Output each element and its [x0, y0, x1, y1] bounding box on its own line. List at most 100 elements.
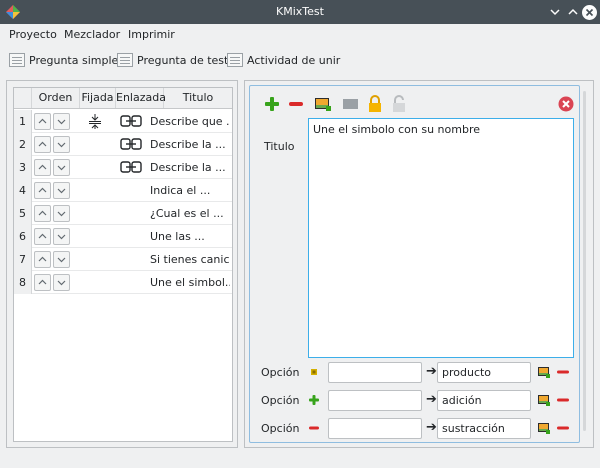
titulo-label: Titulo — [264, 140, 295, 153]
editor-panel: Titulo Une el simbolo con su nombre Opci… — [244, 80, 594, 448]
move-down-button[interactable] — [53, 182, 70, 199]
move-down-button[interactable] — [53, 274, 70, 291]
move-up-button[interactable] — [34, 251, 51, 268]
row-title: Describe la ... — [150, 161, 226, 174]
row-title: Si tienes canic... — [150, 253, 230, 266]
add-icon[interactable] — [264, 96, 280, 112]
table-row[interactable]: 8 Une el simbol... — [14, 271, 232, 294]
table-row[interactable]: 3 Describe la ... — [14, 156, 232, 179]
move-up-button[interactable] — [34, 228, 51, 245]
row-title: Une las ... — [150, 230, 205, 243]
header-fijada[interactable]: Fijada — [80, 88, 116, 108]
move-down-button[interactable] — [53, 159, 70, 176]
questions-panel: Orden Fijada Enlazada Titulo 1 Describe … — [6, 80, 238, 448]
add-image-icon[interactable] — [537, 421, 551, 435]
test-question-button[interactable]: Pregunta de test — [117, 51, 228, 69]
question-editor: Titulo Une el simbolo con su nombre Opci… — [249, 85, 580, 443]
header-enlazada[interactable]: Enlazada — [116, 88, 166, 108]
option-label: Opción — [261, 422, 300, 435]
remove-icon[interactable] — [288, 96, 304, 112]
chevron-up-icon — [568, 8, 578, 15]
maximize-button[interactable] — [564, 3, 582, 21]
link-icon[interactable] — [120, 161, 142, 173]
chevron-down-icon — [550, 9, 560, 16]
test-question-icon — [117, 53, 133, 67]
move-down-button[interactable] — [53, 228, 70, 245]
option-left-input[interactable] — [328, 418, 422, 439]
chevron-down-icon — [57, 234, 66, 240]
move-down-button[interactable] — [53, 205, 70, 222]
table-row[interactable]: 1 Describe que ... — [14, 110, 232, 133]
remove-option-icon[interactable] — [556, 394, 570, 406]
table-header: Orden Fijada Enlazada Titulo — [14, 88, 232, 109]
move-up-button[interactable] — [34, 274, 51, 291]
questions-table: Orden Fijada Enlazada Titulo 1 Describe … — [13, 87, 233, 442]
menu-mezclador[interactable]: Mezclador — [64, 28, 120, 41]
move-down-button[interactable] — [53, 113, 70, 130]
move-up-button[interactable] — [34, 136, 51, 153]
join-activity-button[interactable]: Actividad de unir — [227, 51, 340, 69]
option-left-input[interactable] — [328, 390, 422, 411]
option-left-input[interactable] — [328, 362, 422, 383]
chevron-down-icon — [57, 188, 66, 194]
option-right-input[interactable]: producto — [437, 362, 531, 383]
header-orden[interactable]: Orden — [32, 88, 80, 108]
unlock-icon[interactable] — [392, 95, 406, 113]
table-row[interactable]: 6 Une las ... — [14, 225, 232, 248]
move-down-button[interactable] — [53, 251, 70, 268]
remove-option-icon[interactable] — [556, 366, 570, 378]
close-button[interactable] — [582, 5, 597, 20]
titulo-textarea[interactable]: Une el simbolo con su nombre — [308, 118, 574, 358]
chevron-up-icon — [38, 164, 47, 170]
table-row[interactable]: 5 ¿Cual es el ... — [14, 202, 232, 225]
row-number: 1 — [14, 110, 32, 133]
simple-question-button[interactable]: Pregunta simple — [9, 51, 118, 69]
add-icon[interactable] — [308, 394, 320, 406]
chevron-up-icon — [38, 187, 47, 193]
remove-icon[interactable] — [308, 422, 320, 434]
lock-icon[interactable] — [368, 95, 382, 113]
link-icon[interactable] — [120, 115, 142, 127]
option-right-input[interactable]: adición — [437, 390, 531, 411]
row-title: Une el simbol... — [150, 276, 230, 289]
row-number: 8 — [14, 271, 32, 294]
add-image-icon[interactable] — [314, 96, 332, 112]
image-icon[interactable] — [342, 97, 360, 111]
chevron-down-icon — [57, 211, 66, 217]
option-icon-wrap — [308, 422, 320, 434]
menu-proyecto[interactable]: Proyecto — [9, 28, 57, 41]
row-number: 7 — [14, 248, 32, 271]
move-up-button[interactable] — [34, 113, 51, 130]
link-icon[interactable] — [120, 138, 142, 150]
remove-option-icon[interactable] — [556, 422, 570, 434]
move-down-button[interactable] — [53, 136, 70, 153]
pin-icon[interactable] — [88, 114, 102, 129]
simple-question-icon — [9, 53, 25, 67]
add-image-icon[interactable] — [537, 393, 551, 407]
minimize-button[interactable] — [546, 3, 564, 21]
move-up-button[interactable] — [34, 159, 51, 176]
move-up-button[interactable] — [34, 205, 51, 222]
option-right-input[interactable]: sustracción — [437, 418, 531, 439]
menu-imprimir[interactable]: Imprimir — [128, 28, 175, 41]
chevron-up-icon — [38, 141, 47, 147]
move-up-button[interactable] — [34, 182, 51, 199]
arrow-right-icon: ➔ — [426, 420, 437, 435]
editor-scrollbar[interactable] — [583, 91, 586, 431]
header-titulo[interactable]: Titulo — [164, 88, 232, 108]
close-icon — [585, 8, 594, 17]
chevron-down-icon — [57, 142, 66, 148]
table-row[interactable]: 4 Indica el ... — [14, 179, 232, 202]
chevron-up-icon — [38, 233, 47, 239]
star-icon[interactable] — [308, 366, 320, 378]
window-titlebar: KMixTest — [0, 0, 600, 24]
add-image-icon[interactable] — [537, 365, 551, 379]
row-number: 2 — [14, 133, 32, 156]
table-row[interactable]: 7 Si tienes canic... — [14, 248, 232, 271]
header-corner — [14, 88, 32, 108]
chevron-up-icon — [38, 118, 47, 124]
row-title: ¿Cual es el ... — [150, 207, 224, 220]
table-row[interactable]: 2 Describe la ... — [14, 133, 232, 156]
option-label: Opción — [261, 394, 300, 407]
delete-question-icon[interactable] — [558, 96, 574, 112]
